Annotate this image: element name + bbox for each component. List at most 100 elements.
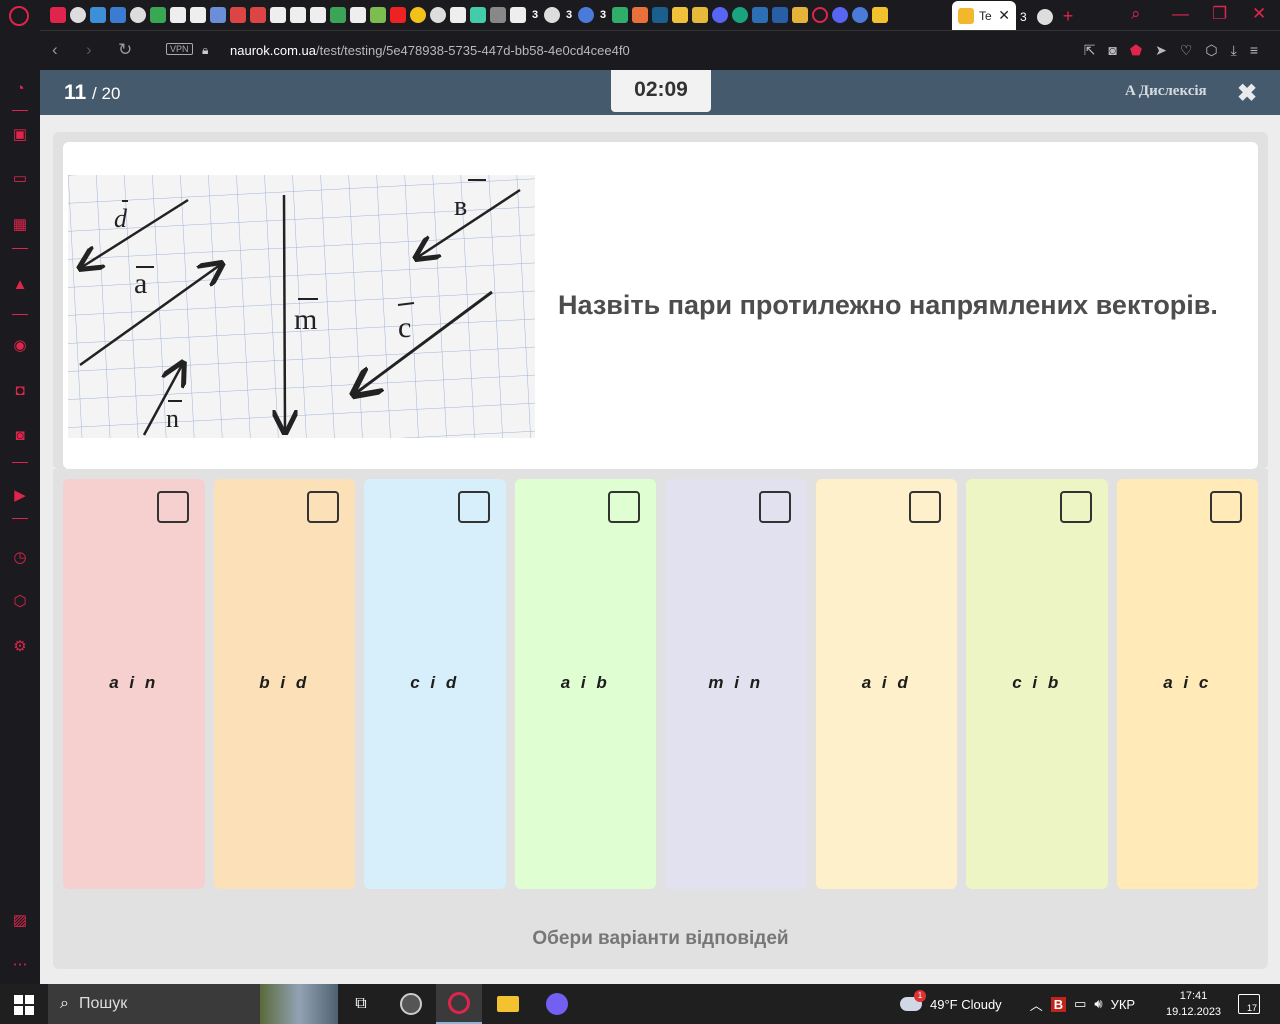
viber-icon[interactable] [534,984,580,1024]
gmail-icon[interactable] [250,7,266,23]
answer-option[interactable]: a i b [514,479,656,889]
file-explorer-icon[interactable] [485,984,531,1024]
volume-icon[interactable]: 🔊︎ [1094,996,1102,1012]
answer-option[interactable]: b i d [213,479,355,889]
answer-checkbox[interactable] [1210,491,1242,523]
reload-icon[interactable]: ↻ [118,40,132,60]
player-icon[interactable]: ▶ [11,487,29,505]
camera-icon[interactable]: ◙ [1108,42,1116,59]
tab-favicon-icon[interactable] [150,7,166,23]
tab-favicon-icon[interactable] [872,7,888,23]
clock[interactable]: 17:41 19.12.2023 [1166,988,1221,1020]
back-icon[interactable]: ‹ [52,40,58,60]
tab-favicon-icon[interactable] [632,7,648,23]
answer-checkbox[interactable] [758,491,791,523]
language-indicator[interactable]: УКР [1111,997,1136,1012]
tab-favicon-icon[interactable] [170,7,186,23]
answer-checkbox[interactable] [457,491,490,523]
answer-checkbox[interactable] [156,491,189,523]
tab-favicon-icon[interactable] [852,7,868,23]
network-icon[interactable]: ▭ [1074,996,1086,1012]
tab-favicon-icon[interactable] [370,7,386,23]
tab-favicon-icon[interactable] [290,7,306,23]
instagram-icon[interactable]: ◘ [11,382,29,400]
menu-icon[interactable]: ≡ [1250,42,1258,59]
bag-icon[interactable]: ▣ [11,126,29,144]
dyslexia-toggle[interactable]: A Дислексія [1125,83,1207,100]
tab-favicon-icon[interactable] [792,7,808,23]
tab-favicon-icon[interactable] [70,7,86,23]
maps-icon[interactable] [330,7,346,23]
send-icon[interactable]: ➤ [1155,42,1167,59]
twitch-icon[interactable]: ▭ [11,170,29,188]
more-icon[interactable]: ⋯ [11,956,29,974]
opera-logo-icon[interactable] [9,6,29,26]
share-icon[interactable]: ⇱ [1084,42,1096,59]
answer-checkbox[interactable] [909,491,941,523]
minimize-icon[interactable]: — [1172,4,1189,24]
tab-favicon-icon[interactable] [190,7,206,23]
heart-icon[interactable]: ♡ [1180,42,1193,59]
google-icon[interactable] [430,7,446,23]
cpu-icon[interactable]: ▦ [11,216,29,234]
answer-option[interactable]: a i n [63,479,205,889]
opera-taskbar-icon[interactable] [436,984,482,1024]
taskbar-search[interactable]: ⌕ Пошук [48,984,338,1024]
answer-checkbox[interactable] [608,491,640,523]
answer-option[interactable]: a i c [1116,479,1258,889]
answer-checkbox[interactable] [1059,491,1092,523]
tab-favicon-icon[interactable] [692,7,708,23]
lock-icon[interactable]: 🔒︎ [202,43,208,58]
discord-icon[interactable] [832,7,848,23]
adblock-shield-icon[interactable]: ⬟ [1130,42,1142,59]
vk-icon[interactable] [752,7,768,23]
close-tab-icon[interactable]: ✕ [998,7,1010,24]
weather-text[interactable]: 49°F Cloudy [930,997,1002,1012]
discord-icon[interactable]: ◙ [11,427,29,445]
tab-favicon-icon[interactable] [772,7,788,23]
active-tab[interactable]: Te ✕ [952,1,1016,30]
answer-checkbox[interactable] [307,491,339,523]
tab-favicon-icon[interactable] [450,7,466,23]
gmail-icon[interactable] [230,7,246,23]
obs-icon[interactable] [388,984,434,1024]
tab-favicon-icon[interactable] [652,7,668,23]
discord-icon[interactable] [712,7,728,23]
tab-favicon-icon[interactable] [270,7,286,23]
tab-favicon-icon[interactable] [310,7,326,23]
answer-option[interactable]: c i d [364,479,506,889]
tab-favicon-icon[interactable] [578,7,594,23]
close-quiz-icon[interactable]: ✖ [1237,79,1257,108]
new-tab-plus-icon[interactable]: + [1063,6,1074,27]
google-icon[interactable] [1036,8,1053,25]
chevron-up-icon[interactable]: ︿ [1030,995,1043,1014]
tab-favicon-icon[interactable] [210,7,226,23]
settings-gear-icon[interactable]: ⚙ [11,638,29,656]
search-tabs-icon[interactable]: ⌕ [1131,4,1141,24]
task-view-icon[interactable]: ⧉ [338,984,384,1024]
opera-icon[interactable] [812,7,828,23]
cube-icon[interactable]: ⬡ [11,593,29,611]
speed-dial-icon[interactable]: ◔ [11,80,29,98]
tab-favicon-icon[interactable] [110,7,126,23]
windows-start-icon[interactable] [14,995,34,1015]
tab-favicon-icon[interactable] [612,7,628,23]
tab-favicon-icon[interactable] [510,7,526,23]
answer-option[interactable]: m i n [665,479,807,889]
answer-option[interactable]: c i b [966,479,1108,889]
chatgpt-icon[interactable] [732,7,748,23]
tab-favicon-icon[interactable] [470,7,486,23]
tab-favicon-icon[interactable] [90,7,106,23]
restore-icon[interactable]: ❐ [1212,4,1227,24]
tab-favicon-icon[interactable] [50,7,66,23]
youtube-icon[interactable] [390,7,406,23]
weather-icon[interactable]: 1 [900,990,926,1011]
gallery-icon[interactable]: ▨ [11,912,29,930]
notification-center-icon[interactable]: 17 [1238,994,1260,1014]
tab-favicon-icon[interactable] [130,7,146,23]
close-window-icon[interactable]: ✕ [1252,4,1266,24]
download-icon[interactable]: ⤓ [1231,42,1237,59]
tab-favicon-icon[interactable] [672,7,688,23]
b-app-icon[interactable]: B [1050,996,1067,1012]
history-icon[interactable]: ◷ [11,549,29,567]
